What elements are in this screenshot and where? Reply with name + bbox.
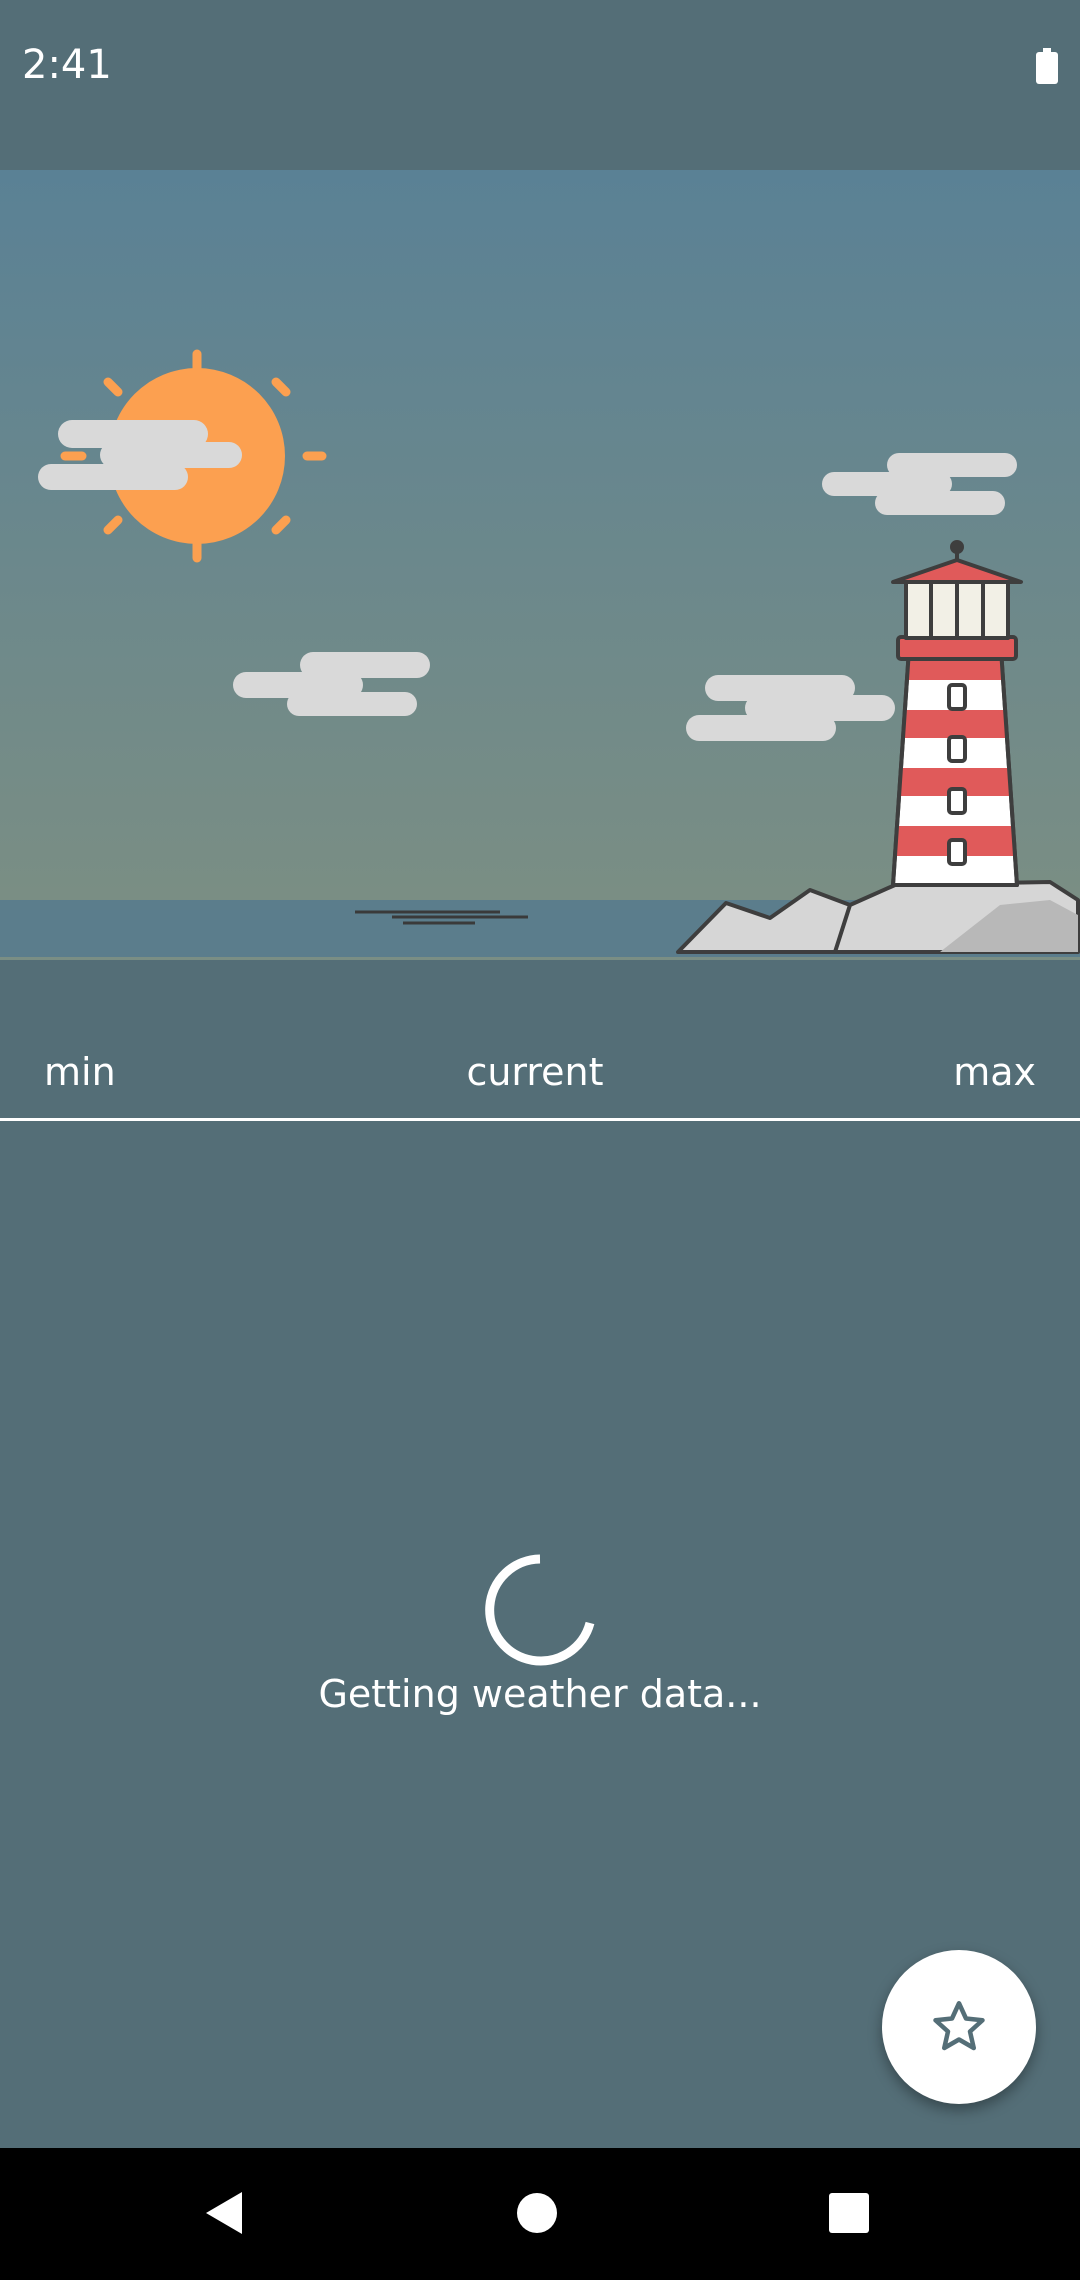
- header-illustration: [0, 170, 1080, 960]
- status-bar: 2:41: [0, 0, 1080, 170]
- max-label: max: [953, 1050, 1036, 1094]
- lighthouse-icon: [891, 540, 1023, 887]
- star-outline-icon: [933, 2001, 985, 2051]
- status-time: 2:41: [22, 42, 112, 88]
- current-label: current: [466, 1050, 604, 1094]
- temperature-labels: min current max: [0, 1030, 1080, 1110]
- loading-text: Getting weather data...: [318, 1672, 762, 1716]
- battery-full-icon: [1036, 48, 1058, 84]
- back-triangle-icon[interactable]: [200, 2188, 250, 2238]
- navigation-bar: [0, 2148, 1080, 2280]
- favorite-button[interactable]: [882, 1950, 1036, 2104]
- recents-square-icon[interactable]: [828, 2192, 870, 2234]
- loading-spinner-icon: [485, 1554, 595, 1666]
- home-circle-icon[interactable]: [516, 2192, 558, 2234]
- divider: [0, 1118, 1080, 1121]
